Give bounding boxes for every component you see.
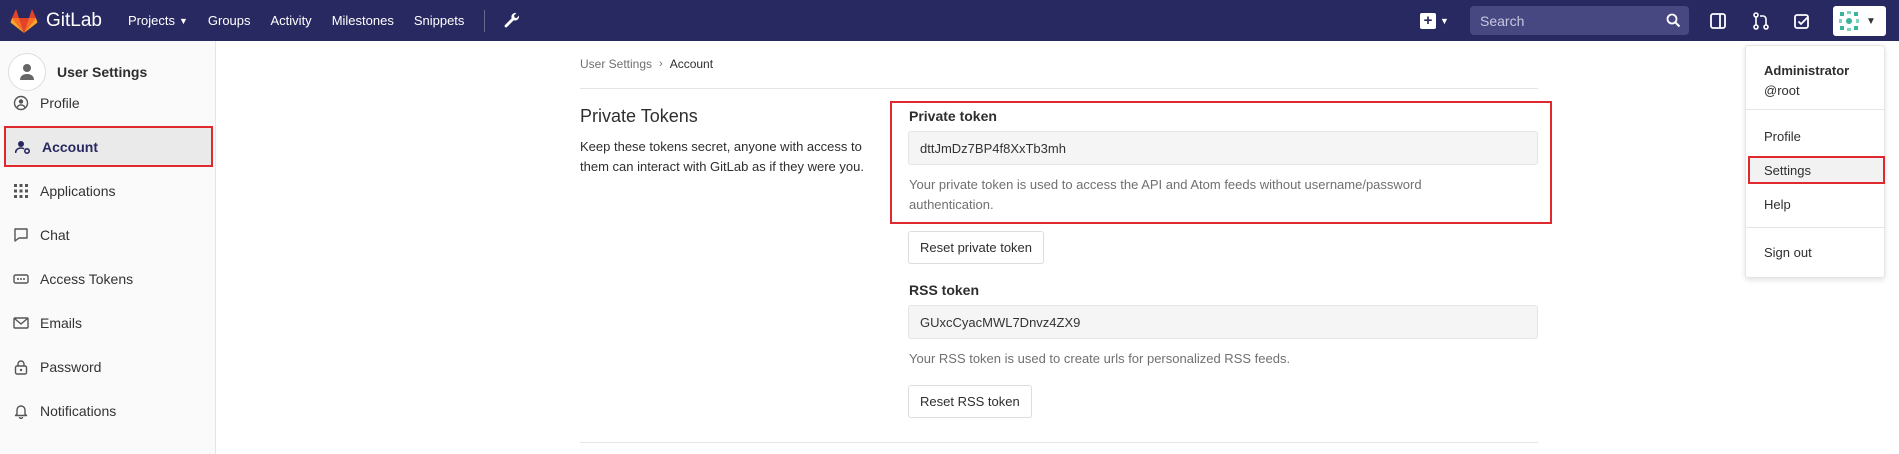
top-navbar: GitLab Projects ▼ Groups Activity Milesto… — [0, 0, 1899, 41]
nav-divider — [484, 9, 486, 32]
dropdown-username: @root — [1764, 83, 1800, 98]
sidebar-item-profile[interactable]: Profile — [4, 82, 213, 123]
breadcrumb-parent[interactable]: User Settings — [580, 57, 652, 71]
dropdown-user-name: Administrator — [1764, 63, 1850, 78]
token-icon — [12, 270, 30, 288]
chevron-down-icon: ▼ — [178, 15, 188, 26]
bell-icon — [12, 402, 30, 420]
plus-icon: + — [1420, 12, 1436, 29]
merge-request-icon[interactable] — [1751, 11, 1771, 31]
dropdown-help[interactable]: Help — [1746, 190, 1884, 218]
nav-activity-label: Activity — [270, 13, 312, 28]
chevron-down-icon: ▼ — [1440, 15, 1449, 26]
issues-sidebar-icon[interactable] — [1708, 11, 1728, 31]
sidebar-item-label: Access Tokens — [40, 270, 134, 287]
admin-area-link[interactable] — [501, 10, 523, 32]
user-dropdown-menu: Administrator @root Profile Settings Hel… — [1745, 45, 1885, 278]
rss-token-label: RSS token — [909, 282, 980, 298]
sidebar-item-password[interactable]: Password — [4, 346, 213, 387]
sidebar-item-account[interactable]: Account — [4, 126, 213, 167]
private-token-help: Your private token is used to access the… — [909, 177, 1422, 212]
nav-groups-label: Groups — [207, 13, 251, 28]
user-gear-icon — [14, 138, 32, 156]
breadcrumb-separator: › — [659, 58, 663, 70]
rss-token-field[interactable] — [908, 305, 1538, 339]
wrench-icon — [505, 12, 520, 27]
dropdown-divider — [1746, 227, 1884, 228]
settings-sidebar: User Settings Profile Account Applications… — [0, 41, 216, 454]
search-icon[interactable] — [1666, 13, 1681, 28]
nav-milestones-label: Milestones — [331, 13, 394, 28]
sidebar-item-access-tokens[interactable]: Access Tokens — [4, 258, 213, 299]
nav-activity[interactable]: Activity — [271, 13, 312, 28]
reset-rss-token-button[interactable]: Reset RSS token — [908, 385, 1032, 418]
breadcrumb: User Settings › Account — [580, 57, 713, 71]
dropdown-divider — [1746, 109, 1884, 110]
nav-snippets-label: Snippets — [413, 13, 465, 28]
search-box — [1470, 6, 1689, 35]
nav-milestones[interactable]: Milestones — [332, 13, 394, 28]
section-title: Private Tokens — [580, 106, 698, 126]
sidebar-item-label: Account — [42, 138, 98, 155]
nav-groups[interactable]: Groups — [208, 13, 251, 28]
sidebar-item-notifications[interactable]: Notifications — [4, 390, 213, 431]
sidebar-item-label: Profile — [40, 94, 80, 111]
gitlab-home-link[interactable]: GitLab — [10, 0, 102, 41]
sidebar-item-label: Emails — [40, 314, 83, 331]
envelope-icon — [12, 314, 30, 332]
chevron-down-icon: ▼ — [1866, 15, 1876, 27]
sidebar-item-applications[interactable]: Applications — [4, 170, 213, 211]
sidebar-item-label: Password — [40, 358, 102, 375]
sidebar-item-label: Notifications — [40, 402, 117, 419]
user-icon — [20, 63, 34, 80]
sidebar-title: User Settings — [57, 63, 148, 80]
header-divider — [580, 88, 1538, 89]
section-divider — [580, 442, 1538, 443]
sidebar-item-label: Applications — [40, 182, 116, 199]
dropdown-sign-out[interactable]: Sign out — [1746, 238, 1884, 266]
private-token-label: Private token — [909, 108, 997, 124]
todo-check-icon[interactable] — [1792, 11, 1812, 31]
user-circle-icon — [12, 94, 30, 112]
breadcrumb-current[interactable]: Account — [670, 57, 713, 71]
rss-token-help: Your RSS token is used to create urls fo… — [909, 351, 1291, 366]
new-item-dropdown[interactable]: + ▼ — [1420, 12, 1449, 29]
nav-snippets[interactable]: Snippets — [414, 13, 465, 28]
dropdown-settings[interactable]: Settings — [1748, 156, 1885, 184]
user-avatar-icon — [1837, 9, 1861, 33]
chat-icon — [12, 226, 30, 244]
sidebar-item-chat[interactable]: Chat — [4, 214, 213, 255]
brand-name: GitLab — [46, 9, 102, 31]
private-token-field[interactable] — [908, 131, 1538, 165]
lock-icon — [12, 358, 30, 376]
dropdown-profile[interactable]: Profile — [1746, 122, 1884, 150]
gitlab-logo-icon — [10, 8, 38, 33]
user-menu-toggle[interactable]: ▼ — [1833, 6, 1886, 36]
sidebar-item-emails[interactable]: Emails — [4, 302, 213, 343]
search-input[interactable] — [1470, 6, 1660, 35]
sidebar-item-label: Chat — [40, 226, 70, 243]
nav-projects[interactable]: Projects ▼ — [128, 13, 188, 28]
reset-private-token-button[interactable]: Reset private token — [908, 231, 1045, 264]
section-description: Keep these tokens secret, anyone with ac… — [580, 139, 864, 174]
nav-projects-label: Projects — [127, 13, 175, 28]
grid-icon — [12, 182, 30, 200]
